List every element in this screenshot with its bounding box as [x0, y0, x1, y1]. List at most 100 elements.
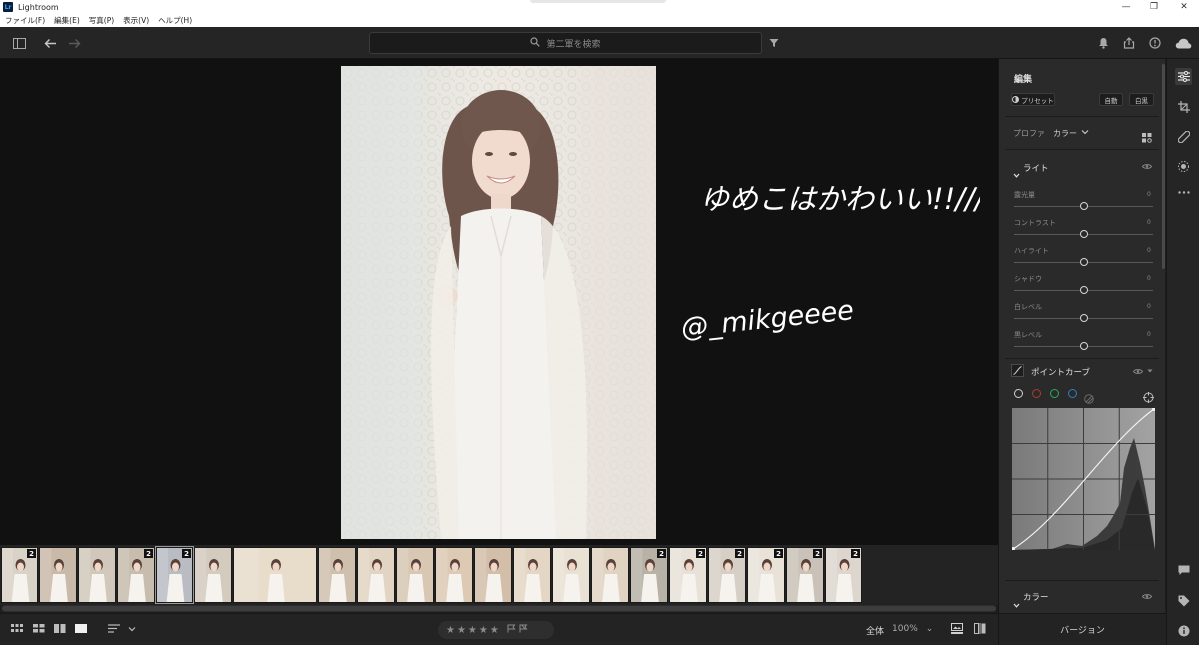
filmstrip-thumb[interactable] [194, 547, 232, 603]
filmstrip-thumb[interactable] [474, 547, 512, 603]
filmstrip-thumb[interactable]: 2 [825, 547, 862, 603]
slider-knob[interactable] [1079, 342, 1088, 350]
slider-value[interactable]: 0 [1147, 275, 1151, 282]
bell-icon[interactable] [1095, 35, 1111, 51]
filmstrip-thumb[interactable] [513, 547, 551, 603]
scrollbar-thumb[interactable] [2, 606, 996, 611]
zoom-caret-icon[interactable]: ⌄ [926, 624, 934, 637]
menu-photo[interactable]: 写真(P) [89, 15, 114, 26]
more-icon[interactable] [1175, 184, 1192, 201]
sort-caret-icon[interactable] [128, 624, 136, 635]
light-collapse-icon[interactable] [1013, 164, 1020, 183]
star-rating[interactable]: ★★★★★ [438, 621, 554, 639]
comment-icon[interactable] [1175, 562, 1192, 579]
slider-knob[interactable] [1079, 202, 1088, 210]
detail-view-icon[interactable] [75, 624, 87, 636]
slider-knob[interactable] [1079, 230, 1088, 238]
target-adjust-icon[interactable] [1143, 388, 1154, 407]
slider-value[interactable]: 0 [1147, 331, 1151, 338]
presets-button[interactable]: プリセット [1011, 93, 1055, 106]
minimize-button[interactable]: — [1112, 0, 1140, 14]
filmstrip-thumb[interactable]: 2 [117, 547, 155, 603]
filmstrip-thumb[interactable]: 2 [1, 547, 38, 603]
masking-icon[interactable] [1175, 158, 1192, 175]
filmstrip-toggle-icon[interactable] [951, 623, 963, 637]
filmstrip-thumb[interactable] [318, 547, 356, 603]
menu-edit[interactable]: 編集(E) [54, 15, 80, 26]
filmstrip-thumb[interactable]: 2 [155, 546, 194, 604]
cloud-icon[interactable] [1174, 35, 1192, 51]
version-button[interactable]: バージョン [999, 613, 1166, 645]
filter-icon[interactable] [766, 35, 782, 51]
slider-value[interactable]: 0 [1147, 191, 1151, 198]
search-input[interactable]: 第二軍を検索 [369, 32, 762, 54]
bw-button[interactable]: 白黒 [1129, 93, 1154, 106]
filmstrip-thumb[interactable] [435, 547, 473, 603]
menu-view[interactable]: 表示(V) [123, 15, 149, 26]
curve-channel-red[interactable] [1032, 389, 1041, 398]
slider-value[interactable]: 0 [1147, 247, 1151, 254]
panel-scrollbar[interactable] [1162, 64, 1165, 269]
compare-icon[interactable] [974, 623, 986, 637]
slider-knob[interactable] [1079, 286, 1088, 294]
back-arrow-icon[interactable] [42, 35, 58, 51]
color-collapse-icon[interactable] [1013, 594, 1020, 613]
sidebar-toggle-icon[interactable] [11, 35, 27, 51]
curve-tool-icon[interactable] [1011, 364, 1024, 377]
filmstrip-thumb[interactable] [78, 547, 116, 603]
filmstrip-thumb[interactable]: 2 [747, 547, 785, 603]
grid-large-icon[interactable] [33, 624, 45, 636]
curve-channel-rgb[interactable] [1014, 389, 1023, 398]
main-photo[interactable] [341, 66, 656, 539]
sliders-icon[interactable] [1175, 68, 1192, 85]
filmstrip-thumb[interactable]: 2 [669, 547, 707, 603]
light-section-title[interactable]: ライト [1023, 162, 1049, 174]
slider-knob[interactable] [1079, 314, 1088, 322]
filmstrip-scrollbar[interactable] [2, 605, 996, 612]
tag-icon[interactable] [1175, 592, 1192, 609]
flag-pick-icon[interactable] [507, 624, 516, 636]
maximize-button[interactable]: ❐ [1140, 0, 1168, 14]
filmstrip-thumb[interactable]: 2 [786, 547, 824, 603]
slider-knob[interactable] [1079, 258, 1088, 266]
profile-browser-icon[interactable] [1142, 128, 1152, 147]
share-icon[interactable] [1121, 35, 1137, 51]
forward-arrow-icon[interactable] [66, 35, 82, 51]
auto-button[interactable]: 自動 [1099, 93, 1123, 106]
filmstrip-thumb[interactable] [591, 547, 629, 603]
flag-reject-icon[interactable] [519, 624, 528, 636]
curve-channel-green[interactable] [1050, 389, 1059, 398]
healing-icon[interactable] [1175, 128, 1192, 145]
color-section-title[interactable]: カラー [1023, 591, 1049, 603]
filmstrip-thumb[interactable] [552, 547, 590, 603]
point-curve-title[interactable]: ポイントカーブ [1031, 366, 1090, 378]
curve-channel-blue[interactable] [1068, 389, 1077, 398]
rating-stars[interactable]: ★★★★★ [446, 625, 501, 636]
menu-help[interactable]: ヘルプ(H) [158, 15, 192, 26]
light-visibility-icon[interactable] [1141, 163, 1153, 172]
profile-dropdown[interactable]: カラー [1053, 128, 1089, 139]
filmstrip-thumb[interactable] [396, 547, 434, 603]
crop-icon[interactable] [1175, 98, 1192, 115]
help-icon[interactable] [1147, 35, 1163, 51]
curve-parametric-icon[interactable] [1084, 389, 1094, 408]
zoom-control[interactable]: 全体 100% ⌄ [866, 624, 933, 637]
tone-curve-graph[interactable] [1012, 408, 1155, 550]
square-grid-icon[interactable] [54, 624, 66, 636]
close-button[interactable]: ✕ [1170, 0, 1198, 14]
zoom-percent[interactable]: 100% [892, 624, 918, 637]
curve-menu-caret-icon[interactable] [1147, 367, 1153, 376]
filmstrip-thumb[interactable]: 2 [630, 547, 668, 603]
filmstrip-thumb[interactable] [233, 547, 317, 603]
menu-file[interactable]: ファイル(F) [5, 15, 45, 26]
info-icon[interactable] [1175, 622, 1192, 639]
sort-icon[interactable] [108, 624, 120, 636]
grid-small-icon[interactable] [11, 624, 23, 636]
color-visibility-icon[interactable] [1141, 593, 1153, 602]
filmstrip-thumb[interactable] [357, 547, 395, 603]
slider-value[interactable]: 0 [1147, 303, 1151, 310]
slider-value[interactable]: 0 [1147, 219, 1151, 226]
zoom-fit-label[interactable]: 全体 [866, 624, 884, 637]
curve-visibility-icon[interactable] [1132, 368, 1144, 377]
photo-viewer[interactable]: ゆめこはかわいい!!/// @_mikgeeee [0, 59, 998, 545]
